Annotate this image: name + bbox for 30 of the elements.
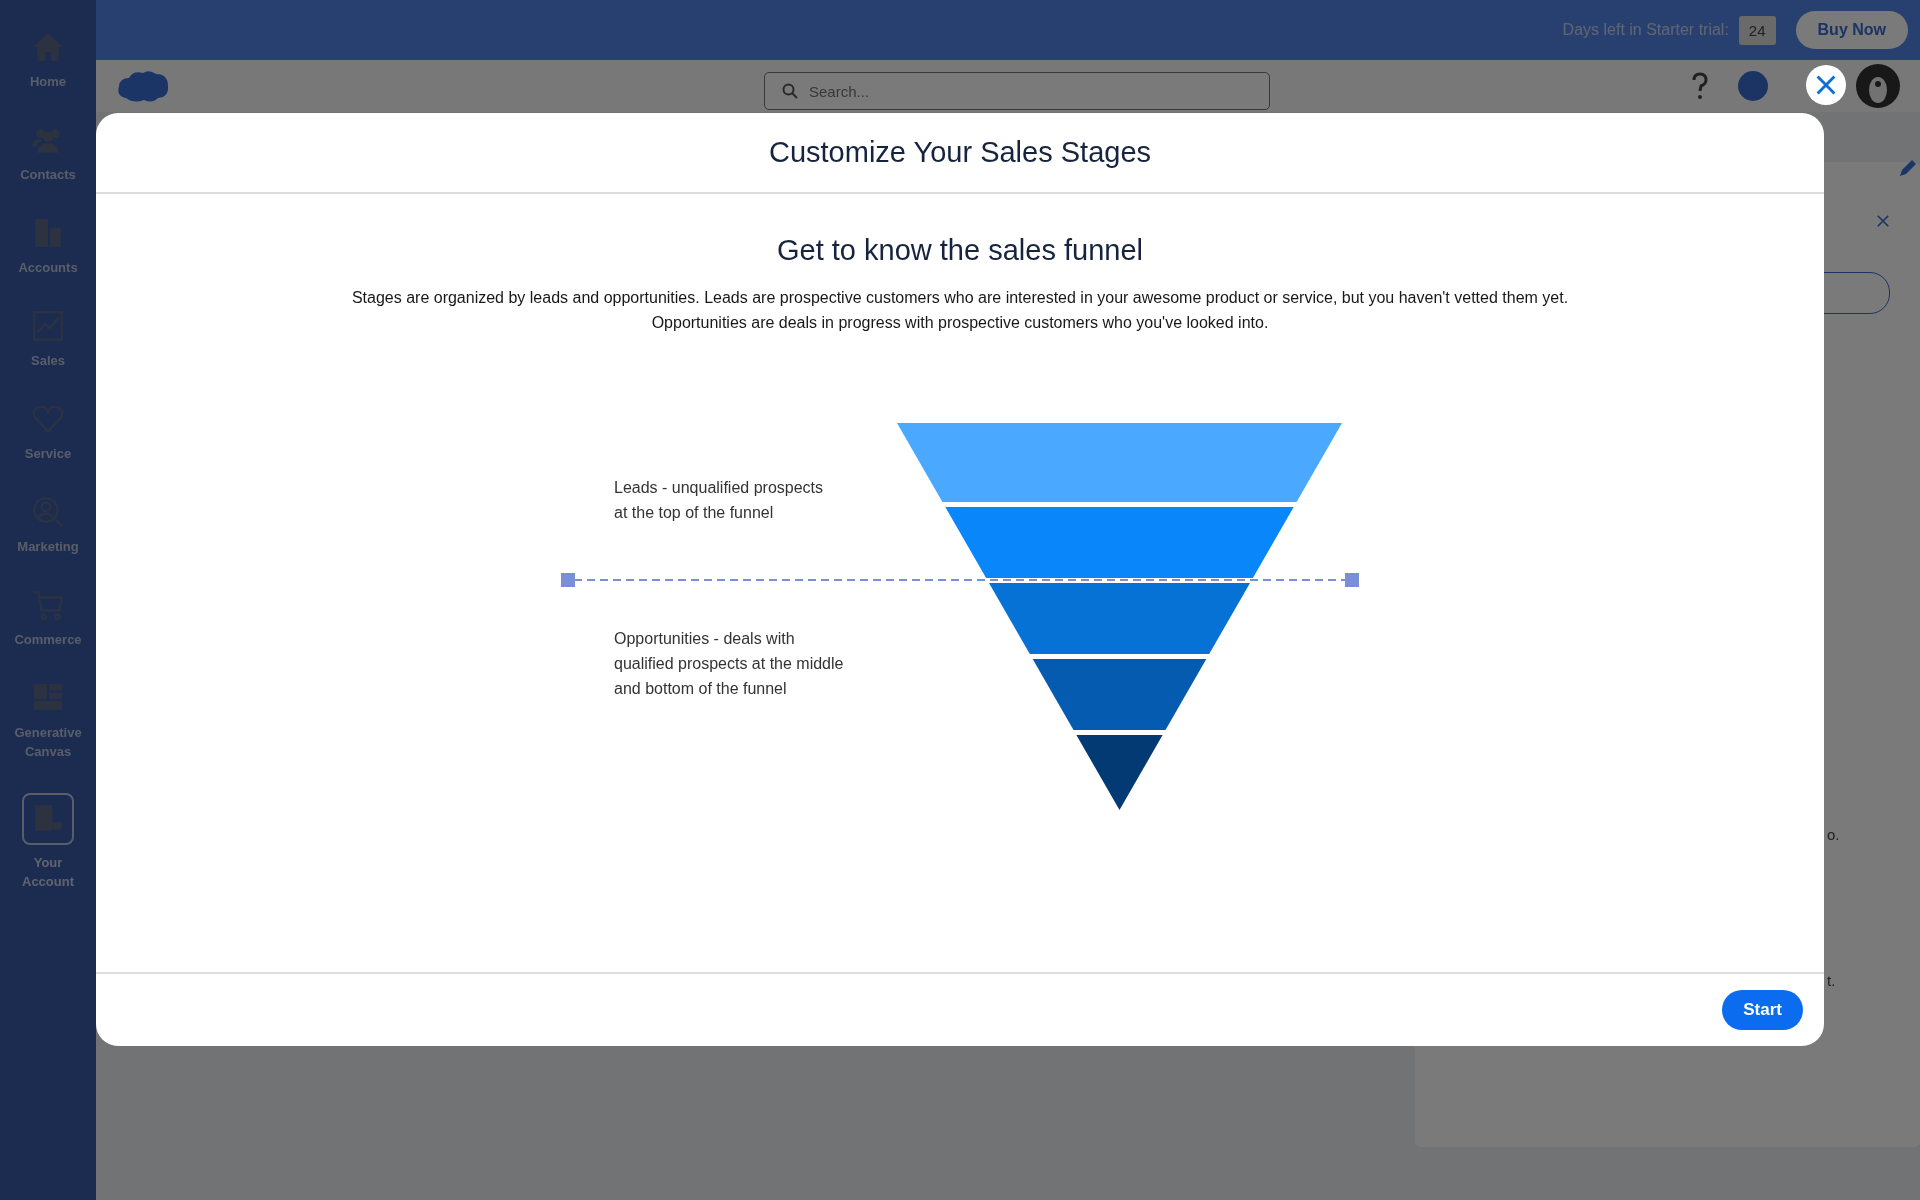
- stage-description: Opportunities - deals with qualified prospects at the middle and bottom of the funnel: [614, 629, 844, 699]
- stage-description: Leads - unqualified prospects at the top of the funnel: [614, 478, 824, 523]
- buy-now-button[interactable]: Buy Now: [1795, 11, 1908, 49]
- description-text: Opportunities are deals in progress with prospective customers who you've looked into.: [651, 313, 1269, 333]
- nav-item[interactable]: Accounts: [2, 216, 94, 277]
- start-button[interactable]: Start: [1722, 990, 1803, 1030]
- nav-item[interactable]: Service: [2, 402, 94, 463]
- modal-title: Customize Your Sales Stages: [768, 136, 1152, 169]
- nav-item[interactable]: Home: [2, 30, 94, 91]
- text-fragment: o.: [1827, 826, 1840, 843]
- close-icon: [1814, 73, 1838, 97]
- nav-item[interactable]: Contacts: [2, 123, 94, 184]
- setup-icon[interactable]: [1738, 71, 1768, 101]
- search-icon: [782, 83, 798, 99]
- trial-label: Days left in Starter trial:: [1562, 21, 1729, 39]
- avatar-icon[interactable]: [1856, 64, 1900, 108]
- pencil-icon[interactable]: [1898, 158, 1918, 178]
- nav-item[interactable]: Commerce: [2, 588, 94, 649]
- text-fragment: t.: [1827, 972, 1836, 989]
- help-icon[interactable]: [1690, 71, 1710, 101]
- nav-item[interactable]: Generative Canvas: [2, 681, 94, 761]
- close-icon[interactable]: [1876, 214, 1890, 228]
- section-heading: Get to know the sales funnel: [777, 234, 1143, 267]
- nav-item[interactable]: Your Account: [2, 793, 94, 891]
- search-field[interactable]: Search...: [764, 72, 1270, 110]
- nav-item[interactable]: Sales: [2, 309, 94, 370]
- days-badge: 24: [1738, 15, 1776, 45]
- description-text: Stages are organized by leads and opportunities. Leads are prospective customers who are interested in your awesome product or service, but you haven't vetted them yet.: [351, 288, 1569, 308]
- cloud-logo-icon: [116, 68, 170, 104]
- nav-item[interactable]: Marketing: [2, 495, 94, 556]
